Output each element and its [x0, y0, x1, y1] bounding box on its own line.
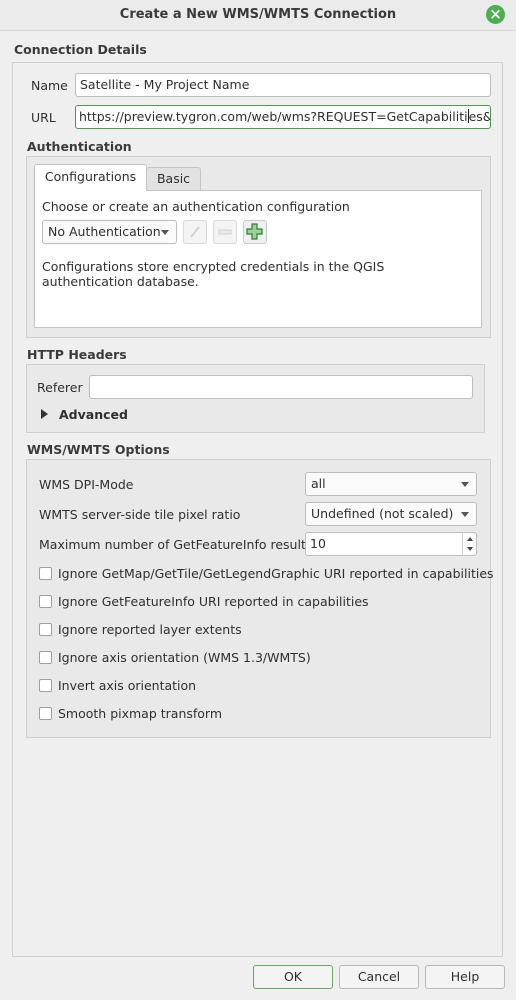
close-button[interactable]: × — [486, 5, 505, 24]
ok-button[interactable]: OK — [253, 965, 333, 989]
ignore-axis-orientation-label: Ignore axis orientation (WMS 1.3/WMTS) — [58, 650, 311, 665]
title-bar: Create a New WMS/WMTS Connection × — [0, 0, 516, 31]
dpi-mode-select[interactable]: all — [305, 472, 477, 496]
window-title: Create a New WMS/WMTS Connection — [119, 7, 397, 22]
max-results-label: Maximum number of GetFeatureInfo results — [39, 537, 313, 552]
close-icon: × — [489, 5, 502, 23]
name-label: Name — [31, 78, 68, 93]
chevron-down-icon — [461, 512, 469, 517]
tile-ratio-label: WMTS server-side tile pixel ratio — [39, 507, 241, 522]
auth-config-value: No Authentication — [48, 224, 161, 239]
pencil-icon — [190, 226, 200, 238]
auth-prompt: Choose or create an authentication confi… — [42, 199, 350, 214]
spin-down-icon[interactable] — [467, 547, 473, 551]
remove-config-button[interactable] — [213, 220, 237, 244]
tab-configurations[interactable]: Configurations — [34, 164, 147, 191]
tile-ratio-value: Undefined (not scaled) — [311, 506, 454, 521]
expand-arrow-icon[interactable] — [41, 409, 48, 419]
wms-options-title: WMS/WMTS Options — [27, 442, 170, 457]
smooth-pixmap-checkbox[interactable] — [39, 707, 52, 720]
plus-icon — [246, 223, 263, 240]
invert-axis-orientation-label: Invert axis orientation — [58, 678, 197, 693]
ignore-layer-extents-label: Ignore reported layer extents — [58, 622, 242, 637]
auth-description: Configurations store encrypted credentia… — [42, 259, 385, 289]
max-results-value: 10 — [310, 536, 326, 551]
max-results-spinbox[interactable]: 10 — [305, 532, 477, 556]
tab-basic[interactable]: Basic — [146, 167, 201, 190]
ignore-getfeatureinfo-uri-label: Ignore GetFeatureInfo URI reported in ca… — [58, 594, 369, 609]
url-label: URL — [31, 110, 56, 125]
invert-axis-orientation-checkbox[interactable] — [39, 679, 52, 692]
add-config-button[interactable] — [243, 220, 267, 244]
dpi-mode-value: all — [311, 476, 326, 491]
tile-ratio-select[interactable]: Undefined (not scaled) — [305, 502, 477, 526]
url-text-before-caret: https://preview.tygron.com/web/wms?REQUE… — [79, 109, 468, 124]
url-input[interactable]: https://preview.tygron.com/web/wms?REQUE… — [75, 105, 491, 129]
dpi-mode-label: WMS DPI-Mode — [39, 477, 134, 492]
advanced-toggle[interactable]: Advanced — [59, 407, 128, 422]
referer-input[interactable] — [89, 375, 473, 399]
chevron-down-icon — [161, 230, 169, 235]
referer-label: Referer — [37, 380, 83, 395]
smooth-pixmap-label: Smooth pixmap transform — [58, 706, 223, 721]
ignore-getfeatureinfo-uri-checkbox[interactable] — [39, 595, 52, 608]
edit-config-button[interactable] — [183, 220, 207, 244]
ignore-axis-orientation-checkbox[interactable] — [39, 651, 52, 664]
name-input[interactable]: Satellite - My Project Name — [75, 73, 491, 97]
cancel-button[interactable]: Cancel — [339, 965, 419, 989]
help-button[interactable]: Help — [425, 965, 505, 989]
http-headers-title: HTTP Headers — [27, 347, 127, 362]
connection-details-title: Connection Details — [14, 42, 147, 57]
url-text-after-caret: es&token= — [468, 109, 490, 124]
authentication-title: Authentication — [27, 139, 132, 154]
spin-up-icon[interactable] — [467, 537, 473, 541]
ignore-getmap-uri-label: Ignore GetMap/GetTile/GetLegendGraphic U… — [58, 566, 494, 581]
chevron-down-icon — [461, 482, 469, 487]
minus-icon — [218, 229, 232, 235]
auth-config-combo[interactable]: No Authentication — [42, 220, 177, 244]
ignore-layer-extents-checkbox[interactable] — [39, 623, 52, 636]
ignore-getmap-uri-checkbox[interactable] — [39, 567, 52, 580]
